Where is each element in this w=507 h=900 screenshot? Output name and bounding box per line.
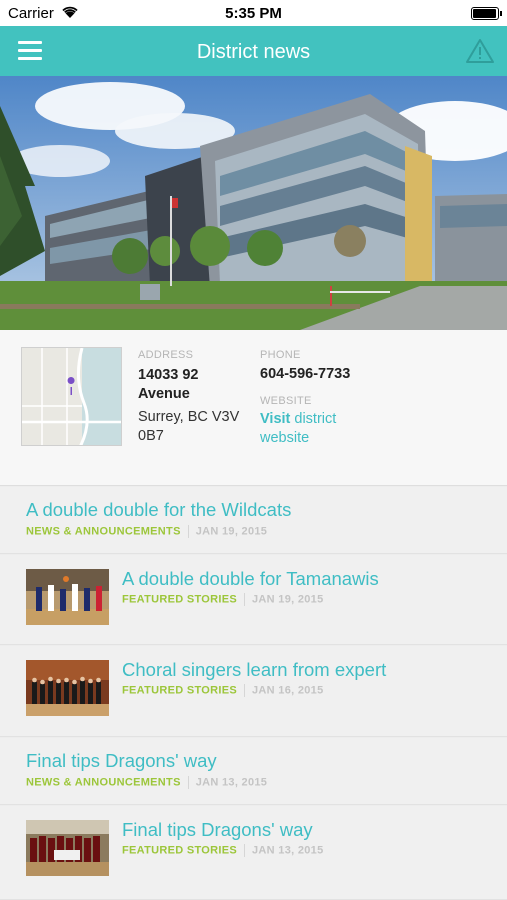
map-thumbnail[interactable] [21,347,122,446]
warning-triangle-icon[interactable] [465,37,495,65]
news-thumbnail-team [26,820,109,876]
city-postal: Surrey, BC V3V 0B7 [138,409,240,444]
news-date: JAN 19, 2015 [252,593,324,606]
page-title: District news [196,41,311,63]
news-meta: NEWS & ANNOUNCEMENTS JAN 13, 2015 [26,776,267,789]
address-block: ADDRESS 14033 92 Avenue Surrey, BC V3V 0… [138,349,248,446]
news-category: NEWS & ANNOUNCEMENTS [26,525,181,538]
news-category: FEATURED STORIES [122,844,238,857]
phone-number[interactable]: 604-596-7733 [260,366,460,382]
news-meta: FEATURED STORIES JAN 16, 2015 [122,684,324,697]
news-thumbnail-basketball [26,569,109,625]
news-item[interactable]: Final tips Dragons' way FEATURED STORIES… [0,806,507,900]
news-meta: FEATURED STORIES JAN 13, 2015 [122,844,324,857]
website-link[interactable]: Visit district website [260,410,360,448]
news-item[interactable]: A double double for the Wildcats NEWS & … [0,487,507,554]
website-label: WEBSITE [260,395,312,407]
news-headline: A double double for Tamanawis [122,568,379,589]
news-meta: FEATURED STORIES JAN 19, 2015 [122,593,324,606]
district-building-photo [0,76,507,330]
address-label: ADDRESS [138,349,194,361]
news-category: NEWS & ANNOUNCEMENTS [26,776,181,789]
district-info-card: ADDRESS 14033 92 Avenue Surrey, BC V3V 0… [0,330,507,486]
news-headline: Final tips Dragons' way [122,819,313,840]
phone-label: PHONE [260,349,301,361]
news-date: JAN 13, 2015 [252,844,324,857]
news-thumbnail-choir [26,660,109,716]
news-headline: A double double for the Wildcats [26,499,292,520]
news-category: FEATURED STORIES [122,684,238,697]
news-date: JAN 16, 2015 [252,684,324,697]
news-headline: Final tips Dragons' way [26,750,217,771]
news-item[interactable]: Final tips Dragons' way NEWS & ANNOUNCEM… [0,738,507,805]
news-item[interactable]: Choral singers learn from expert FEATURE… [0,646,507,737]
street-address: 14033 92 Avenue [138,367,199,402]
news-meta: NEWS & ANNOUNCEMENTS JAN 19, 2015 [26,525,267,538]
website-link-bold: Visit [260,411,291,427]
status-bar: Carrier 5:35 PM [0,0,507,26]
clock: 5:35 PM [225,5,282,22]
news-date: JAN 13, 2015 [195,776,268,789]
contact-block: PHONE 604-596-7733 WEBSITE Visit distric… [260,349,460,448]
battery-icon [471,7,502,20]
news-date: JAN 19, 2015 [195,525,268,538]
news-headline: Choral singers learn from expert [122,659,387,680]
nav-bar: District news [0,26,507,76]
news-category: FEATURED STORIES [122,593,238,606]
news-item[interactable]: A double double for Tamanawis FEATURED S… [0,555,507,645]
